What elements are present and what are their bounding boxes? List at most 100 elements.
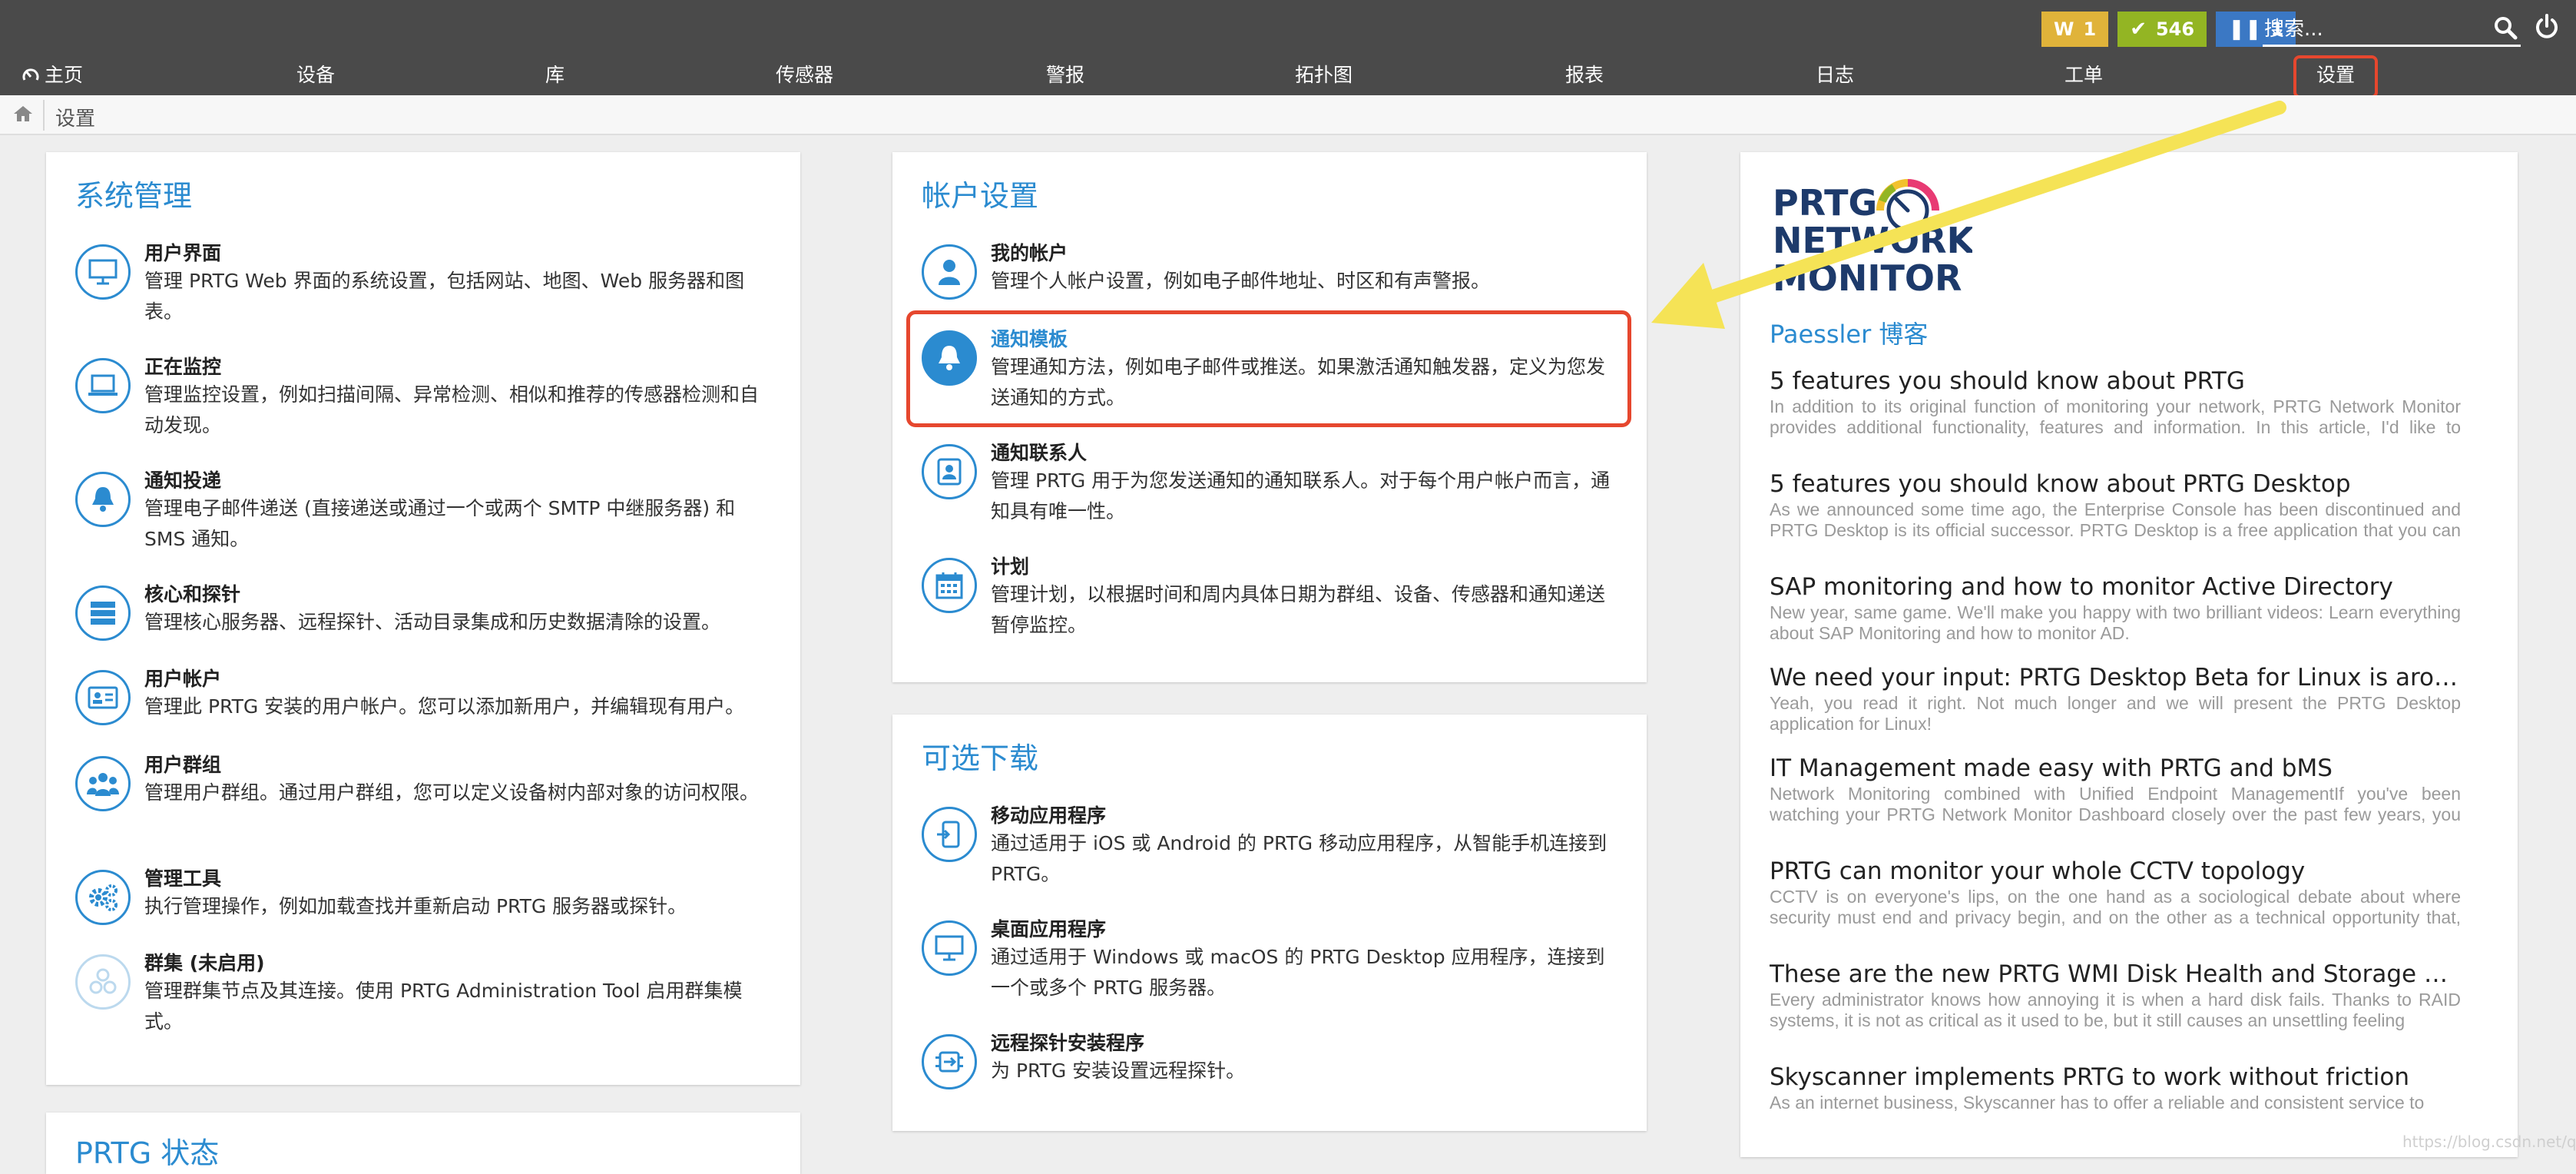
blog-post-excerpt: As an internet business, Skyscanner has … bbox=[1770, 1093, 2425, 1113]
nav-tickets[interactable]: 工单 bbox=[2064, 61, 2103, 89]
setting-user-accounts[interactable]: 用户帐户 管理此 PRTG 安装的用户帐户。您可以添加新用户，并编辑现有用户。 bbox=[75, 664, 777, 725]
mobile-icon bbox=[922, 807, 977, 862]
setting-cluster[interactable]: 群集 (未启用) 管理群集节点及其连接。使用 PRTG Administrati… bbox=[75, 948, 777, 1033]
nav-logs[interactable]: 日志 bbox=[1816, 61, 1854, 89]
setting-desc: 管理电子邮件递送 (直接递送或通过一个或两个 SMTP 中继服务器) 和 SMS… bbox=[144, 497, 736, 550]
download-title: 远程探针安装程序 bbox=[991, 1032, 1145, 1054]
search-box bbox=[2263, 14, 2521, 47]
search-icon[interactable] bbox=[2493, 15, 2518, 40]
blog-post[interactable]: IT Management made easy with PRTG and bM… bbox=[1770, 753, 2461, 825]
setting-user-interface[interactable]: 用户界面 管理 PRTG Web 界面的系统设置，包括网站、地图、Web 服务器… bbox=[75, 238, 777, 323]
prtg-network-monitor-logo[interactable]: PRTG NETWORK MONITOR bbox=[1773, 171, 1972, 294]
blog-post[interactable]: PRTG can monitor your whole CCTV topolog… bbox=[1770, 856, 2461, 928]
warning-badge[interactable]: W 1 bbox=[2041, 12, 2109, 47]
check-icon: ✔ bbox=[2130, 18, 2147, 41]
nav-maps[interactable]: 拓扑图 bbox=[1295, 61, 1353, 89]
prtg-status-card: PRTG 状态 bbox=[46, 1113, 800, 1174]
logo-line-1: PRTG bbox=[1773, 182, 1877, 224]
ok-count: 546 bbox=[2155, 18, 2195, 40]
search-input[interactable] bbox=[2263, 14, 2481, 45]
setup-highlight-box bbox=[2293, 55, 2378, 98]
downloads-card: 可选下载 移动应用程序 通过适用于 iOS 或 Android 的 PRTG 移… bbox=[892, 715, 1647, 1131]
cluster-icon bbox=[75, 954, 131, 1010]
setting-title: 用户界面 bbox=[144, 242, 222, 264]
setting-desc: 管理监控设置，例如扫描间隔、异常检测、相似和推荐的传感器检测和自动发现。 bbox=[144, 383, 760, 436]
blog-card: PRTG NETWORK MONITOR Paessler 博客 5 featu… bbox=[1740, 152, 2518, 1157]
breadcrumb-current: 设置 bbox=[55, 108, 96, 131]
warning-count: 1 bbox=[2083, 18, 2097, 40]
blog-post-title[interactable]: 5 features you should know about PRTG bbox=[1770, 366, 2461, 396]
blog-post-title[interactable]: IT Management made easy with PRTG and bM… bbox=[1770, 753, 2461, 784]
setting-title: 计划 bbox=[991, 555, 1030, 578]
power-icon[interactable] bbox=[2535, 14, 2559, 40]
nav-reports[interactable]: 报表 bbox=[1565, 61, 1604, 89]
nav-sensors[interactable]: 传感器 bbox=[776, 61, 833, 89]
contact-icon bbox=[922, 444, 977, 499]
nav-home[interactable]: 主页 bbox=[22, 61, 83, 89]
blog-post-excerpt: Every administrator knows how annoying i… bbox=[1770, 990, 2461, 1030]
download-remote-probe[interactable]: 远程探针安装程序 为 PRTG 安装设置远程探针。 bbox=[922, 1028, 1624, 1089]
nav-library[interactable]: 库 bbox=[545, 61, 565, 89]
download-desktop-app[interactable]: 桌面应用程序 通过适用于 Windows 或 macOS 的 PRTG Desk… bbox=[922, 914, 1624, 999]
nav-alarms[interactable]: 警报 bbox=[1046, 61, 1084, 89]
id-card-icon bbox=[75, 670, 131, 725]
blog-post-excerpt: New year, same game. We'll make you happ… bbox=[1770, 602, 2461, 643]
setting-title: 核心和探针 bbox=[144, 583, 241, 605]
blog-post-title[interactable]: 5 features you should know about PRTG De… bbox=[1770, 469, 2461, 499]
blog-post-title[interactable]: We need your input: PRTG Desktop Beta fo… bbox=[1770, 662, 2461, 693]
blog-post-excerpt: In addition to its original function of … bbox=[1770, 396, 2461, 437]
server-icon bbox=[75, 585, 131, 641]
setting-desc: 管理群集节点及其连接。使用 PRTG Administration Tool 启… bbox=[144, 980, 743, 1033]
blog-post[interactable]: 5 features you should know about PRTG In… bbox=[1770, 366, 2461, 438]
bell-icon bbox=[75, 472, 131, 527]
card-title: 可选下载 bbox=[922, 741, 1039, 775]
setting-title: 我的帐户 bbox=[991, 242, 1068, 264]
ok-badge[interactable]: ✔ 546 bbox=[2117, 12, 2207, 47]
nav-devices[interactable]: 设备 bbox=[296, 61, 335, 89]
notification-templates-highlight-box bbox=[906, 310, 1631, 427]
main-nav: 主页 设备 库 传感器 警报 拓扑图 报表 日志 工单 设置 bbox=[0, 61, 2576, 95]
blog-post-title[interactable]: SAP monitoring and how to monitor Active… bbox=[1770, 572, 2461, 602]
setting-core-probes[interactable]: 核心和探针 管理核心服务器、远程探针、活动目录集成和历史数据清除的设置。 bbox=[75, 579, 777, 641]
setting-monitoring[interactable]: 正在监控 管理监控设置，例如扫描间隔、异常检测、相似和推荐的传感器检测和自动发现… bbox=[75, 352, 777, 436]
blog-post-title[interactable]: These are the new PRTG WMI Disk Health a… bbox=[1770, 959, 2461, 990]
breadcrumb: 设置 bbox=[0, 95, 2576, 135]
blog-post[interactable]: Skyscanner implements PRTG to work witho… bbox=[1770, 1062, 2461, 1113]
setting-notification-contacts[interactable]: 通知联系人 管理 PRTG 用于为您发送通知的通知联系人。对于每个用户帐户而言，… bbox=[922, 438, 1624, 522]
setting-admin-tools[interactable]: 管理工具 执行管理操作，例如加载查找并重新启动 PRTG 服务器或探针。 bbox=[75, 864, 777, 925]
system-admin-card: 系统管理 用户界面 管理 PRTG Web 界面的系统设置，包括网站、地图、We… bbox=[46, 152, 800, 1085]
setting-my-account[interactable]: 我的帐户 管理个人帐户设置，例如电子邮件地址、时区和有声警报。 bbox=[922, 238, 1624, 300]
blog-post-title[interactable]: Skyscanner implements PRTG to work witho… bbox=[1770, 1062, 2461, 1093]
calendar-icon bbox=[922, 558, 977, 613]
download-mobile-app[interactable]: 移动应用程序 通过适用于 iOS 或 Android 的 PRTG 移动应用程序… bbox=[922, 801, 1624, 885]
setting-schedules[interactable]: 计划 管理计划，以根据时间和周内具体日期为群组、设备、传感器和通知递送暂停监控。 bbox=[922, 552, 1624, 636]
setting-title: 用户群组 bbox=[144, 754, 222, 776]
setting-desc: 管理核心服务器、远程探针、活动目录集成和历史数据清除的设置。 bbox=[144, 611, 721, 633]
setting-desc: 管理 PRTG 用于为您发送通知的通知联系人。对于每个用户帐户而言，通知具有唯一… bbox=[991, 469, 1611, 522]
blog-post[interactable]: 5 features you should know about PRTG De… bbox=[1770, 469, 2461, 541]
breadcrumb-divider bbox=[43, 100, 45, 131]
blog-post-excerpt: CCTV is on everyone's lips, on the one h… bbox=[1770, 887, 2461, 927]
blog-post[interactable]: SAP monitoring and how to monitor Active… bbox=[1770, 572, 2461, 644]
blog-heading: Paessler 博客 bbox=[1770, 320, 1929, 349]
setting-title: 用户帐户 bbox=[144, 668, 222, 690]
download-desc: 通过适用于 iOS 或 Android 的 PRTG 移动应用程序，从智能手机连… bbox=[991, 832, 1608, 885]
setting-desc: 管理计划，以根据时间和周内具体日期为群组、设备、传感器和通知递送暂停监控。 bbox=[991, 583, 1606, 636]
user-icon bbox=[922, 244, 977, 300]
setting-title: 通知联系人 bbox=[991, 442, 1088, 464]
setting-title: 群集 (未启用) bbox=[144, 952, 265, 974]
blog-post[interactable]: We need your input: PRTG Desktop Beta fo… bbox=[1770, 662, 2461, 735]
setting-desc: 管理此 PRTG 安装的用户帐户。您可以添加新用户，并编辑现有用户。 bbox=[144, 695, 745, 718]
gears-icon bbox=[75, 870, 131, 925]
logo-line-3: MONITOR bbox=[1773, 257, 1962, 294]
blog-post[interactable]: These are the new PRTG WMI Disk Health a… bbox=[1770, 959, 2461, 1031]
top-bar: W 1 ✔ 546 ❚❚ 1 主页 设备 库 传感器 bbox=[0, 0, 2576, 95]
setting-user-groups[interactable]: 用户群组 管理用户群组。通过用户群组，您可以定义设备树内部对象的访问权限。 bbox=[75, 750, 777, 834]
status-badges: W 1 ✔ 546 ❚❚ 1 bbox=[2041, 12, 2296, 47]
home-icon[interactable] bbox=[12, 104, 34, 123]
watermark: https://blog.csdn.net/qq_39 bbox=[2402, 1133, 2576, 1151]
download-title: 移动应用程序 bbox=[991, 804, 1107, 827]
setting-title: 管理工具 bbox=[144, 867, 222, 890]
blog-post-title[interactable]: PRTG can monitor your whole CCTV topolog… bbox=[1770, 856, 2461, 887]
setting-notification-delivery[interactable]: 通知投递 管理电子邮件递送 (直接递送或通过一个或两个 SMTP 中继服务器) … bbox=[75, 466, 777, 550]
